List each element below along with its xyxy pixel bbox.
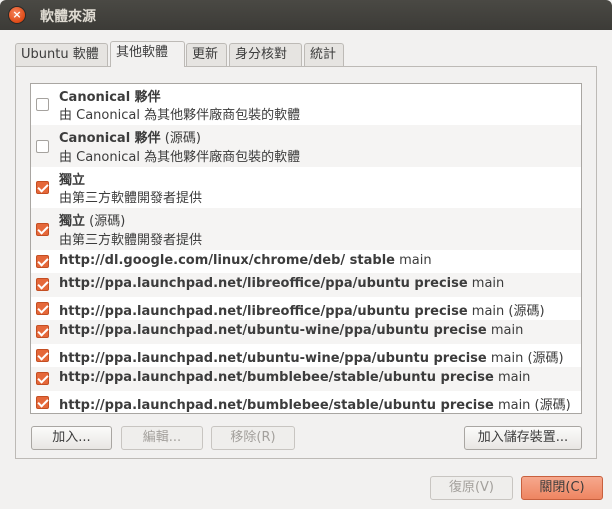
edit-button[interactable]: 編輯... xyxy=(121,426,203,450)
list-item[interactable]: http://ppa.launchpad.net/libreoffice/ppa… xyxy=(31,297,581,320)
source-description: 由第三方軟體開發者提供 xyxy=(59,191,203,206)
source-suffix: main xyxy=(467,276,505,291)
tab-other-software[interactable]: 其他軟體 xyxy=(110,41,185,67)
checkbox[interactable] xyxy=(36,181,49,194)
remove-button[interactable]: 移除(R) xyxy=(211,426,295,450)
source-suffix: main (源碼) xyxy=(486,351,564,366)
source-name: http://ppa.launchpad.net/bumblebee/stabl… xyxy=(59,370,494,385)
sources-list[interactable]: Canonical 夥伴 由 Canonical 為其他夥伴廠商包裝的軟體 Ca… xyxy=(30,83,582,414)
source-name: Canonical 夥伴 xyxy=(59,90,161,105)
add-volume-button[interactable]: 加入儲存裝置... xyxy=(464,426,582,450)
source-suffix: (源碼) xyxy=(160,131,201,146)
checkbox[interactable] xyxy=(36,255,49,268)
list-item[interactable]: Canonical 夥伴 (源碼) 由 Canonical 為其他夥伴廠商包裝的… xyxy=(31,125,581,167)
close-icon[interactable]: × xyxy=(9,7,25,23)
checkbox[interactable] xyxy=(36,140,49,153)
source-name: http://ppa.launchpad.net/ubuntu-wine/ppa… xyxy=(59,323,487,338)
source-name: Canonical 夥伴 xyxy=(59,131,161,146)
list-item[interactable]: http://ppa.launchpad.net/ubuntu-wine/ppa… xyxy=(31,344,581,367)
add-button[interactable]: 加入... xyxy=(31,426,112,450)
source-name: 獨立 xyxy=(59,214,86,229)
revert-button[interactable]: 復原(V) xyxy=(430,476,513,500)
title-bar: × 軟體來源 xyxy=(0,0,612,30)
source-description: 由第三方軟體開發者提供 xyxy=(59,233,203,248)
source-name: http://ppa.launchpad.net/libreoffice/ppa… xyxy=(59,304,468,319)
checkbox[interactable] xyxy=(36,223,49,236)
list-item[interactable]: Canonical 夥伴 由 Canonical 為其他夥伴廠商包裝的軟體 xyxy=(31,84,581,125)
window-title: 軟體來源 xyxy=(40,9,96,25)
checkbox[interactable] xyxy=(36,302,49,315)
source-suffix: main xyxy=(486,323,524,338)
source-suffix: main xyxy=(394,253,432,268)
source-name: http://ppa.launchpad.net/libreoffice/ppa… xyxy=(59,276,468,291)
list-item[interactable]: 獨立 由第三方軟體開發者提供 xyxy=(31,167,581,208)
source-suffix: main (源碼) xyxy=(493,398,571,413)
checkbox[interactable] xyxy=(36,325,49,338)
list-item[interactable]: http://ppa.launchpad.net/bumblebee/stabl… xyxy=(31,391,581,413)
list-item[interactable]: http://ppa.launchpad.net/ubuntu-wine/ppa… xyxy=(31,320,581,344)
checkbox[interactable] xyxy=(36,278,49,291)
list-item[interactable]: http://dl.google.com/linux/chrome/deb/ s… xyxy=(31,250,581,273)
tab-ubuntu-software[interactable]: Ubuntu 軟體 xyxy=(15,43,108,66)
source-suffix: main xyxy=(493,370,531,385)
source-name: http://ppa.launchpad.net/ubuntu-wine/ppa… xyxy=(59,351,487,366)
list-item[interactable]: http://ppa.launchpad.net/bumblebee/stabl… xyxy=(31,367,581,391)
checkbox[interactable] xyxy=(36,349,49,362)
source-name: http://dl.google.com/linux/chrome/deb/ s… xyxy=(59,253,395,268)
source-suffix: (源碼) xyxy=(85,214,126,229)
source-suffix: main (源碼) xyxy=(467,304,545,319)
source-description: 由 Canonical 為其他夥伴廠商包裝的軟體 xyxy=(59,150,301,165)
checkbox[interactable] xyxy=(36,396,49,409)
checkbox[interactable] xyxy=(36,98,49,111)
tab-statistics[interactable]: 統計 xyxy=(304,43,344,66)
source-description: 由 Canonical 為其他夥伴廠商包裝的軟體 xyxy=(59,108,301,123)
tab-updates[interactable]: 更新 xyxy=(186,43,227,66)
tab-authentication[interactable]: 身分核對 xyxy=(229,43,302,66)
list-item[interactable]: http://ppa.launchpad.net/libreoffice/ppa… xyxy=(31,273,581,297)
checkbox[interactable] xyxy=(36,372,49,385)
close-button[interactable]: 關閉(C) xyxy=(521,476,603,500)
list-item[interactable]: 獨立 (源碼) 由第三方軟體開發者提供 xyxy=(31,208,581,250)
source-name: 獨立 xyxy=(59,173,86,188)
source-name: http://ppa.launchpad.net/bumblebee/stabl… xyxy=(59,398,494,413)
